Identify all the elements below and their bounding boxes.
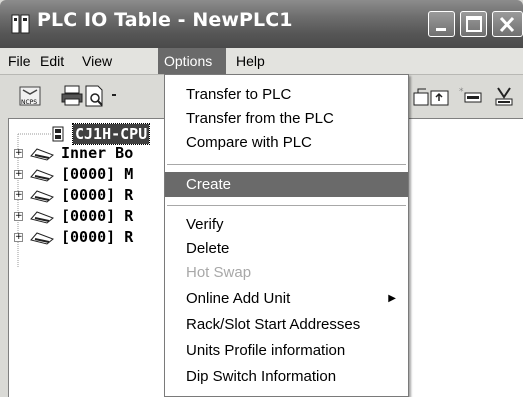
rack-icon	[30, 169, 54, 182]
menu-item-dip-switch-information[interactable]: Dip Switch Information	[165, 365, 408, 389]
menu-item-rack-slot-start-addresses[interactable]: Rack/Slot Start Addresses	[165, 313, 408, 337]
plc-cpu-icon	[52, 126, 64, 142]
menu-item-label: Online Add Unit	[186, 290, 291, 307]
expand-toggle[interactable]: +	[14, 191, 23, 200]
menu-help[interactable]: Help	[230, 48, 271, 74]
menu-item-hot-swap: Hot Swap	[186, 264, 252, 281]
menu-item-create[interactable]: Create	[165, 172, 408, 197]
maximize-icon	[466, 16, 482, 32]
window-title: PLC IO Table - NewPLC1	[37, 9, 293, 31]
menu-item-verify[interactable]: Verify	[165, 213, 408, 237]
menu-item-online-add-unit[interactable]: Online Add Unit ▶	[165, 287, 408, 311]
transfer-from-icon[interactable]	[428, 85, 452, 107]
expand-toggle[interactable]: +	[14, 170, 23, 179]
tree-item[interactable]: + [0000] R	[9, 185, 169, 205]
rack-icon	[30, 148, 54, 161]
expand-toggle[interactable]: +	[14, 149, 23, 158]
menu-item-delete[interactable]: Delete	[165, 237, 408, 261]
menu-file[interactable]: File	[2, 48, 37, 74]
rack-icon	[30, 190, 54, 203]
title-bar[interactable]: PLC IO Table - NewPLC1	[0, 0, 523, 48]
menu-separator	[167, 164, 406, 165]
plc-app-icon	[11, 14, 30, 34]
menu-edit[interactable]: Edit	[34, 48, 70, 74]
svg-text:NCPS: NCPS	[21, 99, 37, 106]
maximize-button[interactable]	[460, 11, 487, 37]
minimize-icon	[436, 28, 446, 31]
rack-icon	[30, 211, 54, 224]
tree-item-label: [0000] R	[61, 228, 134, 246]
menu-separator	[167, 205, 406, 206]
tree-item[interactable]: + Inner Bo	[9, 143, 169, 163]
tree-item[interactable]: + [0000] R	[9, 206, 169, 226]
print-icon[interactable]	[60, 85, 84, 107]
menu-item-compare-with-plc[interactable]: Compare with PLC	[165, 131, 408, 155]
svg-text:*: *	[459, 87, 464, 97]
tree-item-label: [0000] R	[61, 186, 134, 204]
tree-item-label: [0000] R	[61, 207, 134, 225]
close-icon	[499, 16, 515, 33]
ncps-icon[interactable]: NCPS	[18, 85, 42, 107]
submenu-arrow-icon: ▶	[388, 293, 396, 304]
minimize-button[interactable]	[428, 11, 455, 37]
tree-item-label: [0000] M	[61, 165, 134, 183]
menu-bar: File Edit View Options Help	[0, 48, 523, 74]
options-menu-dropdown: Transfer to PLC Transfer from the PLC Co…	[164, 74, 409, 397]
tree-item-label: CJ1H-CPU	[71, 123, 151, 145]
menu-item-transfer-from-plc[interactable]: Transfer from the PLC	[165, 107, 408, 131]
menu-options[interactable]: Options	[158, 48, 226, 74]
print-preview-icon[interactable]	[83, 85, 107, 107]
tree-item[interactable]: + [0000] R	[9, 227, 169, 247]
tree-item[interactable]: CJ1H-CPU	[9, 123, 169, 145]
unit-delete-icon[interactable]: *	[458, 85, 482, 107]
plc-io-table-window: PLC IO Table - NewPLC1 File Edit View Op…	[0, 0, 523, 397]
rack-icon	[30, 232, 54, 245]
tree-item-label: Inner Bo	[61, 144, 134, 162]
verify-icon[interactable]	[492, 85, 516, 107]
menu-item-units-profile-information[interactable]: Units Profile information	[165, 339, 408, 363]
expand-toggle[interactable]: +	[14, 233, 23, 242]
close-button[interactable]	[492, 11, 523, 37]
menu-item-transfer-to-plc[interactable]: Transfer to PLC	[165, 83, 408, 107]
tree-item[interactable]: + [0000] M	[9, 164, 169, 184]
separator-icon	[112, 94, 116, 96]
menu-view[interactable]: View	[76, 48, 118, 74]
expand-toggle[interactable]: +	[14, 212, 23, 221]
